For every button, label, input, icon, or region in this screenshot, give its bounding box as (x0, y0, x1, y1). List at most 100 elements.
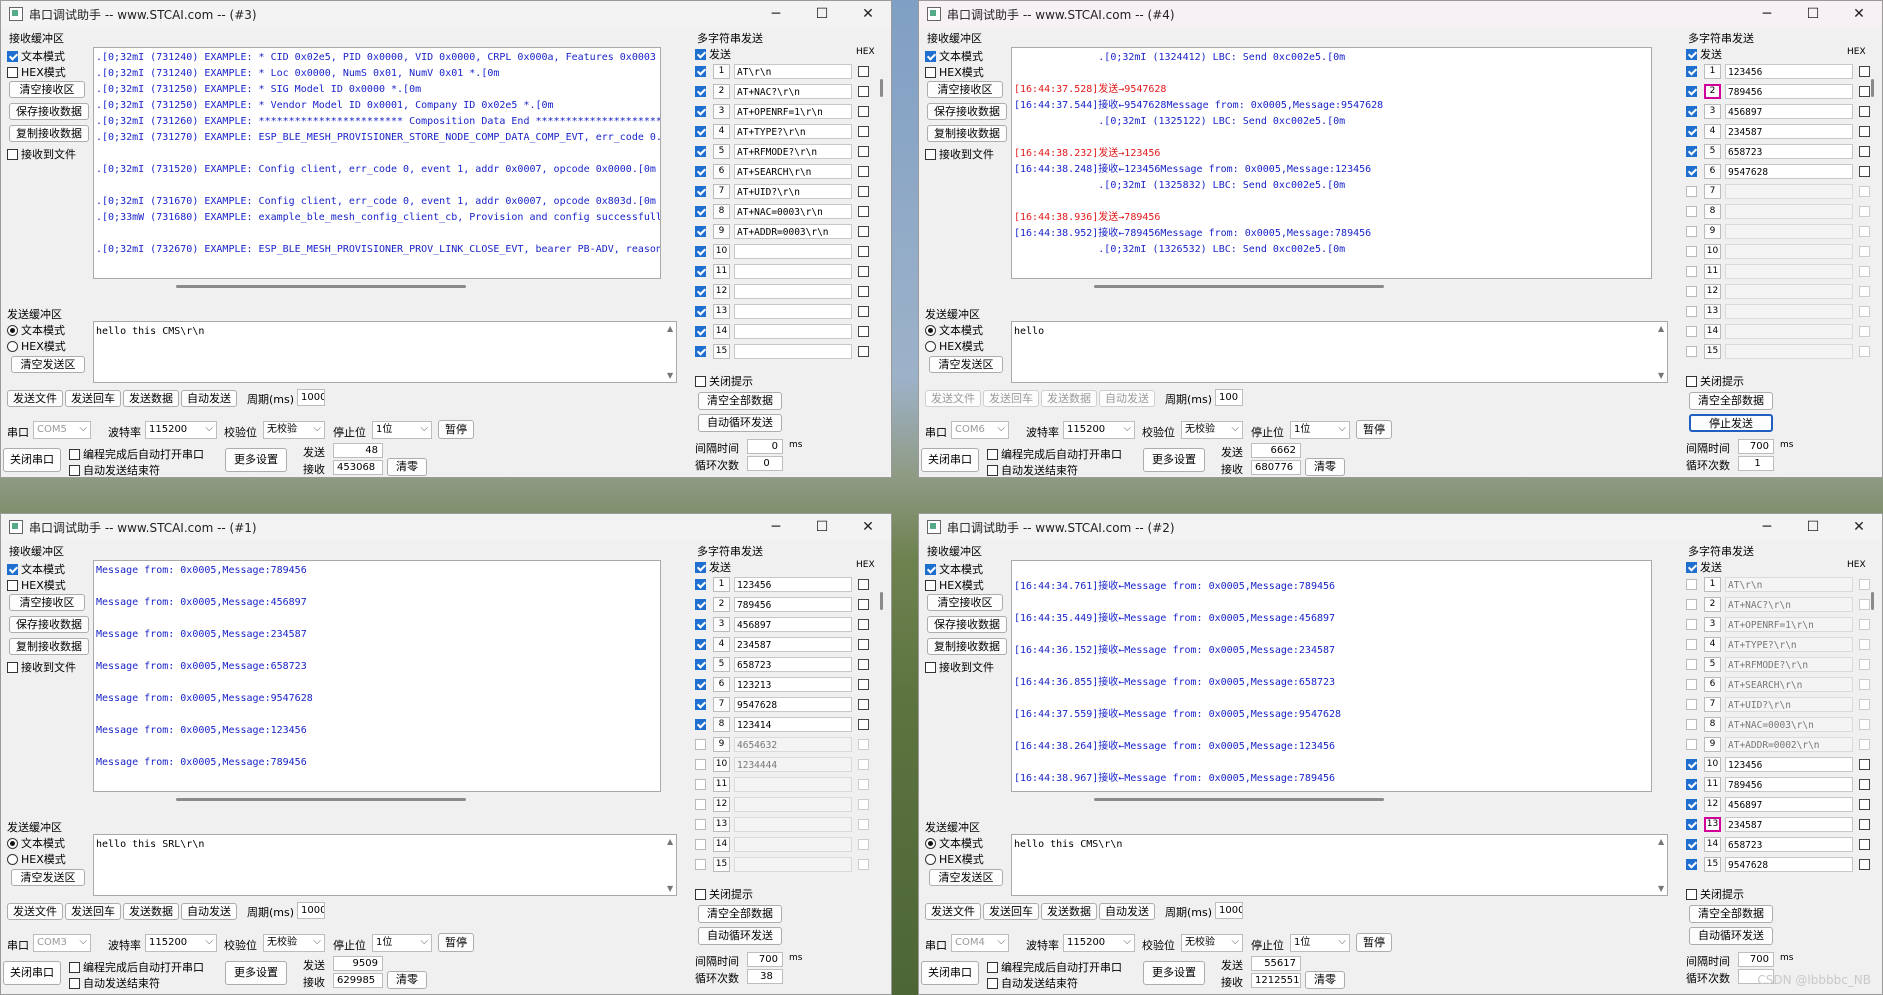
row-string-input[interactable]: AT\r\n (734, 64, 852, 79)
row-send-checkbox[interactable] (1686, 266, 1697, 277)
row-send-checkbox[interactable] (695, 779, 706, 790)
row-hex-checkbox[interactable] (1859, 306, 1870, 317)
send-data-button[interactable]: 发送数据 (1041, 390, 1097, 407)
more-settings-button[interactable]: 更多设置 (225, 961, 287, 985)
row-send-checkbox[interactable] (1686, 166, 1697, 177)
row-hex-checkbox[interactable] (858, 146, 869, 157)
send-text-area[interactable]: hello this CMS\r\n (1011, 834, 1668, 896)
row-hex-checkbox[interactable] (858, 739, 869, 750)
baud-select[interactable]: 115200 (1063, 421, 1135, 439)
row-hex-checkbox[interactable] (858, 86, 869, 97)
auto-loop-send-button[interactable]: 自动循环发送 (1689, 927, 1773, 945)
row-send-number-button[interactable]: 13 (713, 817, 730, 832)
clear-count-button[interactable]: 清零 (387, 458, 427, 476)
row-send-number-button[interactable]: 9 (713, 224, 730, 239)
row-hex-checkbox[interactable] (1859, 166, 1870, 177)
row-send-number-button[interactable]: 5 (713, 144, 730, 159)
row-send-checkbox[interactable] (695, 759, 706, 770)
send-file-button[interactable]: 发送文件 (925, 390, 981, 407)
multi-vscrollbar[interactable] (1871, 79, 1874, 97)
row-send-checkbox[interactable] (695, 639, 706, 650)
row-send-number-button[interactable]: 9 (713, 737, 730, 752)
row-send-checkbox[interactable] (695, 799, 706, 810)
auto-send-button[interactable]: 自动发送 (181, 903, 237, 920)
multi-vscrollbar[interactable] (1871, 592, 1874, 610)
send-text-mode-radio[interactable]: 文本模式 (7, 835, 65, 851)
row-send-number-button[interactable]: 6 (713, 677, 730, 692)
row-hex-checkbox[interactable] (1859, 819, 1870, 830)
minimize-icon[interactable]: ─ (753, 1, 799, 27)
loop-count-input[interactable]: 38 (747, 969, 783, 984)
row-hex-checkbox[interactable] (1859, 839, 1870, 850)
row-hex-checkbox[interactable] (1859, 759, 1870, 770)
row-hex-checkbox[interactable] (1859, 739, 1870, 750)
row-send-checkbox[interactable] (695, 599, 706, 610)
row-string-input[interactable] (734, 264, 852, 279)
stop-select[interactable]: 1位 (1290, 934, 1350, 952)
close-hint-checkbox[interactable]: 关闭提示 (695, 373, 753, 389)
row-send-checkbox[interactable] (1686, 226, 1697, 237)
close-icon[interactable]: ✕ (1836, 514, 1882, 540)
stop-select[interactable]: 1位 (372, 934, 432, 952)
recv-to-file-checkbox[interactable]: 接收到文件 (7, 659, 76, 675)
row-string-input[interactable]: AT+OPENRF=1\r\n (1725, 617, 1853, 632)
row-string-input[interactable]: 1234444 (734, 757, 852, 772)
recv-to-file-checkbox[interactable]: 接收到文件 (7, 146, 76, 162)
row-send-number-button[interactable]: 3 (1704, 617, 1721, 632)
multi-vscrollbar[interactable] (880, 79, 883, 97)
row-string-input[interactable] (734, 777, 852, 792)
row-string-input[interactable] (734, 324, 852, 339)
row-send-number-button[interactable]: 2 (1704, 84, 1721, 99)
row-send-checkbox[interactable] (1686, 346, 1697, 357)
row-hex-checkbox[interactable] (1859, 699, 1870, 710)
row-hex-checkbox[interactable] (858, 659, 869, 670)
row-send-number-button[interactable]: 1 (713, 577, 730, 592)
close-hint-checkbox[interactable]: 关闭提示 (1686, 373, 1744, 389)
row-string-input[interactable] (1725, 224, 1853, 239)
row-string-input[interactable]: 9547628 (1725, 164, 1853, 179)
row-hex-checkbox[interactable] (858, 799, 869, 810)
row-hex-checkbox[interactable] (858, 346, 869, 357)
row-string-input[interactable]: 123414 (734, 717, 852, 732)
row-send-number-button[interactable]: 11 (1704, 777, 1721, 792)
send-all-checkbox[interactable]: 发送 (695, 559, 731, 575)
row-string-input[interactable]: AT+NAC=0003\r\n (1725, 717, 1853, 732)
row-string-input[interactable] (734, 304, 852, 319)
recv-hscrollbar[interactable] (176, 798, 466, 801)
row-hex-checkbox[interactable] (1859, 599, 1870, 610)
auto-open-checkbox[interactable]: 编程完成后自动打开串口 (987, 446, 1122, 462)
row-send-checkbox[interactable] (1686, 206, 1697, 217)
close-port-button[interactable]: 关闭串口 (921, 961, 979, 985)
clear-recv-button[interactable]: 清空接收区 (9, 594, 85, 611)
send-hex-mode-radio[interactable]: HEX模式 (925, 338, 984, 354)
row-string-input[interactable] (734, 817, 852, 832)
send-data-button[interactable]: 发送数据 (1041, 903, 1097, 920)
recv-hex-mode-checkbox[interactable]: HEX模式 (925, 577, 984, 593)
row-string-input[interactable] (1725, 264, 1853, 279)
row-hex-checkbox[interactable] (1859, 146, 1870, 157)
row-string-input[interactable] (1725, 244, 1853, 259)
row-send-checkbox[interactable] (1686, 126, 1697, 137)
row-string-input[interactable] (1725, 184, 1853, 199)
auto-open-checkbox[interactable]: 编程完成后自动打开串口 (987, 959, 1122, 975)
baud-select[interactable]: 115200 (145, 421, 217, 439)
row-send-number-button[interactable]: 2 (713, 84, 730, 99)
row-string-input[interactable]: 9547628 (1725, 857, 1853, 872)
row-string-input[interactable]: 123456 (734, 577, 852, 592)
row-send-checkbox[interactable] (1686, 839, 1697, 850)
row-string-input[interactable]: 123456 (1725, 64, 1853, 79)
row-string-input[interactable]: AT+NAC=0003\r\n (734, 204, 852, 219)
row-send-number-button[interactable]: 15 (713, 344, 730, 359)
row-send-checkbox[interactable] (1686, 619, 1697, 630)
row-hex-checkbox[interactable] (1859, 206, 1870, 217)
scroll-down-icon[interactable]: ▼ (1658, 371, 1664, 380)
row-send-checkbox[interactable] (1686, 326, 1697, 337)
row-send-checkbox[interactable] (695, 66, 706, 77)
row-send-checkbox[interactable] (695, 819, 706, 830)
auto-send-end-checkbox[interactable]: 自动发送结束符 (69, 975, 160, 991)
row-send-number-button[interactable]: 15 (1704, 857, 1721, 872)
auto-open-checkbox[interactable]: 编程完成后自动打开串口 (69, 959, 204, 975)
clear-send-button[interactable]: 清空发送区 (929, 356, 1003, 373)
row-send-number-button[interactable]: 1 (1704, 577, 1721, 592)
send-file-button[interactable]: 发送文件 (7, 903, 63, 920)
